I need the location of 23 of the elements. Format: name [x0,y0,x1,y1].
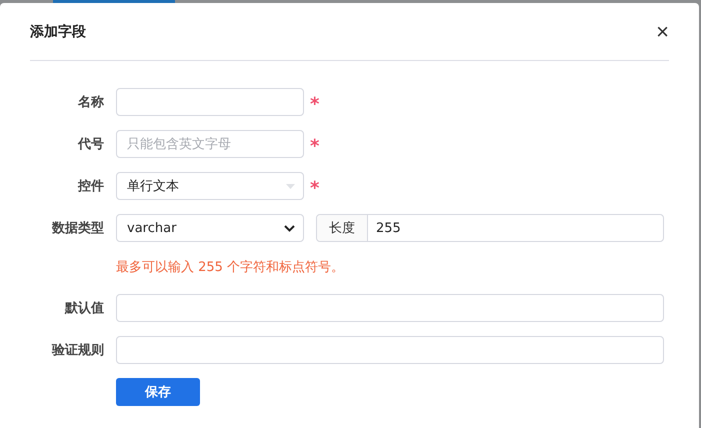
select-value: varchar [127,220,176,236]
field-label: 默认值 [64,300,104,317]
field-label: 代号 [76,136,104,153]
field-label: 控件 [76,178,104,195]
input-field[interactable]: 只能包含英文字母 [116,130,304,158]
dialog-title: 添加字段 [30,22,86,40]
input-field[interactable] [116,294,664,322]
close-button[interactable]: × [656,22,669,42]
field-label: 验证规则 [50,342,104,359]
hint-text: 最多可以输入 255 个字符和标点符号。 [116,259,346,276]
field-label: 名称 [76,94,104,111]
required-mark: * [310,135,320,156]
save-button[interactable]: 保存 [116,378,200,406]
addon-label: 长度 [317,215,368,241]
length-input-group[interactable]: 长度 255 [316,214,664,242]
select-field[interactable]: varchar [116,214,304,242]
field-label: 数据类型 [50,220,104,237]
dropdown-value: 单行文本 [127,178,179,195]
required-mark: * [310,177,320,198]
required-mark: * [310,93,320,114]
input-field[interactable] [116,336,664,364]
chevron-icon [284,224,295,232]
input-field[interactable] [116,88,304,116]
